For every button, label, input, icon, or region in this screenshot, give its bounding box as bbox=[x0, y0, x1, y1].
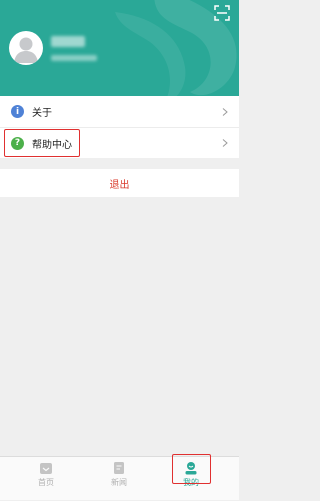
avatar[interactable] bbox=[9, 31, 43, 65]
user-avatar-icon bbox=[14, 37, 38, 63]
menu-item-label: 关于 bbox=[32, 108, 52, 119]
home-icon bbox=[40, 463, 52, 474]
tab-label: 首页 bbox=[38, 478, 54, 487]
menu-item-label: 帮助中心 bbox=[32, 139, 72, 151]
tab-mine[interactable]: 我的 bbox=[161, 457, 221, 501]
menu-item-about[interactable]: i 关于 bbox=[0, 96, 239, 127]
bottom-tab-bar: 首页 新闻 我的 bbox=[0, 456, 239, 500]
user-id-blurred bbox=[51, 55, 97, 61]
logout-button[interactable]: 退出 bbox=[0, 169, 239, 197]
settings-menu: i 关于 ? 帮助中心 bbox=[0, 96, 239, 158]
user-name-blurred bbox=[51, 36, 85, 47]
profile-icon bbox=[185, 462, 197, 475]
chevron-right-icon bbox=[222, 139, 228, 147]
tab-home[interactable]: 首页 bbox=[16, 457, 76, 501]
scan-icon[interactable] bbox=[214, 5, 230, 21]
info-icon: i bbox=[11, 105, 24, 118]
menu-item-help-center[interactable]: ? 帮助中心 bbox=[0, 127, 239, 158]
tab-label: 新闻 bbox=[111, 478, 127, 487]
chevron-right-icon bbox=[222, 107, 228, 116]
tab-news[interactable]: 新闻 bbox=[89, 457, 149, 501]
profile-header bbox=[0, 0, 239, 96]
tab-label: 我的 bbox=[183, 478, 199, 487]
help-icon: ? bbox=[11, 136, 24, 150]
news-icon bbox=[114, 462, 124, 474]
